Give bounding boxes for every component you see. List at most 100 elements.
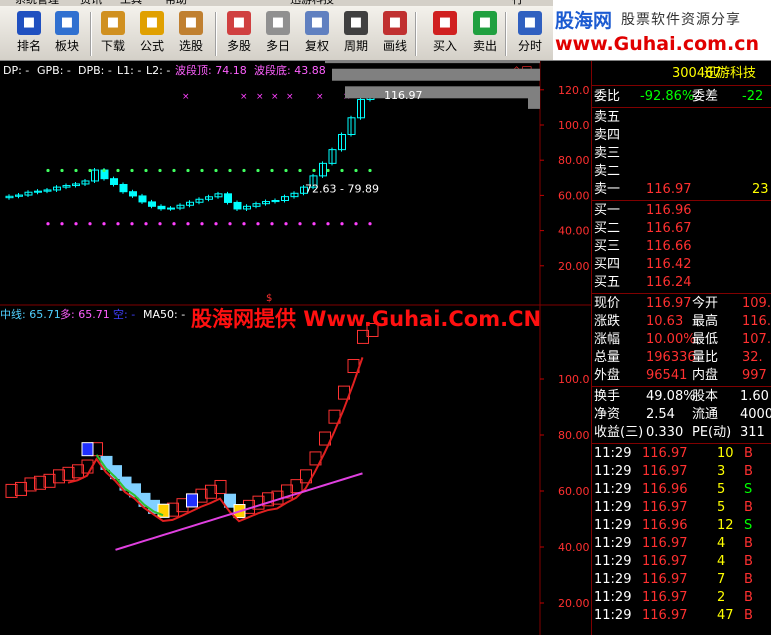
divider	[592, 443, 771, 444]
quote-cell: B	[744, 446, 753, 461]
quote-cell: 116.97	[646, 182, 692, 197]
quote-cell: 5	[717, 482, 726, 497]
level-dot	[284, 222, 288, 226]
quote-cell: 11:29	[594, 446, 632, 461]
quote-cell: 2.54	[646, 407, 675, 422]
quote-cell: 7	[717, 572, 726, 587]
indicator-legend: L2: -	[146, 64, 170, 77]
tick-row: 11:29 116.97 5 B	[592, 499, 771, 517]
ranking-icon: ■	[17, 11, 41, 35]
level-dot	[354, 222, 358, 226]
level-dot	[298, 168, 302, 173]
level-dot	[228, 222, 232, 226]
quote-cell: 11:29	[594, 536, 632, 551]
toolbar-button-rights-adjust[interactable]: ■ 复权	[298, 8, 336, 58]
stat-row: 外盘 96541 内盘 997	[592, 367, 771, 385]
level-dot	[102, 168, 106, 173]
candle	[233, 201, 242, 210]
bid-row: 买一 116.96	[592, 202, 771, 220]
quote-cell: 卖二	[594, 164, 621, 179]
quote-cell: 116.97	[642, 536, 688, 551]
toolbar-button-download[interactable]: ■ 下载	[94, 8, 132, 58]
quote-cell: 委差	[692, 89, 719, 104]
volume-profile-bar	[332, 68, 540, 81]
quote-cell: 0.330	[646, 425, 684, 440]
quote-cell: 116.97	[642, 500, 688, 515]
quote-cell: 卖四	[594, 128, 621, 143]
level-dot	[228, 168, 232, 173]
toolbar-button-stock-picker[interactable]: ■ 选股	[172, 8, 210, 58]
quote-cell: 116.97	[646, 296, 692, 311]
quote-cell: 卖一	[594, 182, 621, 197]
level-dot	[116, 222, 120, 226]
quote-cell: 49.08%	[646, 389, 696, 404]
level-dot	[368, 168, 372, 173]
quote-cell: 116.42	[646, 257, 692, 272]
stock-name: 迅游科技	[704, 66, 757, 81]
quote-cell: 311	[740, 425, 765, 440]
toolbar-button-intraday[interactable]: ■ 分时	[511, 8, 549, 58]
level-dot	[200, 168, 204, 173]
quote-cell: 10	[717, 446, 734, 461]
ask-row: 卖二	[592, 163, 771, 181]
indicator-legend: DPB: -	[78, 64, 112, 77]
indicator-legend: L1: -	[117, 64, 141, 77]
quote-cell: 现价	[594, 296, 621, 311]
sell-icon: ■	[473, 11, 497, 35]
toolbar-button-draw-line[interactable]: ■ 画线	[376, 8, 414, 58]
kline-chart[interactable]: DP: - GPB: - DPB: - L1: - L2: - 波段顶: 74.18 波段底…	[0, 61, 591, 635]
rights-adjust-icon: ■	[305, 11, 329, 35]
candle	[119, 183, 128, 193]
axis-tick-label: 20.00	[558, 597, 590, 610]
toolbar-button-sector[interactable]: ■ 板块	[48, 8, 86, 58]
quote-cell: 116.97	[642, 608, 688, 623]
level-dot	[284, 168, 288, 173]
tick-row: 11:29 116.97 47 B	[592, 607, 771, 625]
toolbar-button-multi-stock[interactable]: ■ 多股	[220, 8, 258, 58]
level-dot	[368, 222, 372, 226]
quote-cell: 委比	[594, 89, 621, 104]
intraday-icon: ■	[518, 11, 542, 35]
quote-cell: 内盘	[692, 368, 719, 383]
quote-cell: 换手	[594, 389, 621, 404]
divider	[592, 107, 771, 108]
stat-row: 收益(三) 0.330 PE(动) 311	[592, 424, 771, 442]
indicator-legend: 空: -	[113, 307, 135, 321]
toolbar-label: 卖出	[472, 39, 497, 53]
level-dot	[60, 222, 64, 226]
tick-row: 11:29 116.96 12 S	[592, 517, 771, 535]
quote-cell: 买二	[594, 221, 621, 236]
level-dot	[172, 168, 176, 173]
toolbar-button-buy[interactable]: ■ 买入	[426, 8, 464, 58]
range-tag: 72.63 - 79.89	[305, 182, 379, 195]
quote-cell: S	[744, 482, 753, 497]
quote-cell: 116.67	[646, 221, 692, 236]
quote-cell: 116.96	[646, 203, 692, 218]
tick-row: 11:29 116.97 2 B	[592, 589, 771, 607]
quote-cell: 116.24	[646, 275, 692, 290]
level-dot	[270, 222, 274, 226]
site-logo: 股海网 股票软件资源分享 www.Guhai.com.cn	[553, 0, 771, 60]
toolbar-label: 复权	[304, 39, 329, 53]
price-tag: 116.97	[384, 89, 423, 102]
quote-cell: 116.96	[642, 518, 688, 533]
toolbar-button-multi-day[interactable]: ■ 多日	[259, 8, 297, 58]
quote-cell: B	[744, 572, 753, 587]
toolbar-button-ranking[interactable]: ■ 排名	[10, 8, 48, 58]
level-dot	[46, 222, 50, 226]
buy-icon: ■	[433, 11, 457, 35]
toolbar-label: 板块	[54, 39, 79, 53]
toolbar-separator	[505, 12, 507, 56]
quote-cell: 最高	[692, 314, 719, 329]
toolbar-button-sell[interactable]: ■ 卖出	[466, 8, 504, 58]
toolbar-button-formula[interactable]: ■ 公式	[133, 8, 171, 58]
axis-tick-label: 60.00	[558, 485, 590, 498]
axis-tick-label: 40.00	[558, 541, 590, 554]
tick-row: 11:29 116.97 3 B	[592, 463, 771, 481]
quote-cell: 净资	[594, 407, 621, 422]
quote-cell: 116.97	[642, 572, 688, 587]
quote-cell: 116.97	[642, 464, 688, 479]
quote-cell: 涨幅	[594, 332, 621, 347]
toolbar-button-period[interactable]: ■ 周期	[337, 8, 375, 58]
quote-cell: 47	[717, 608, 734, 623]
